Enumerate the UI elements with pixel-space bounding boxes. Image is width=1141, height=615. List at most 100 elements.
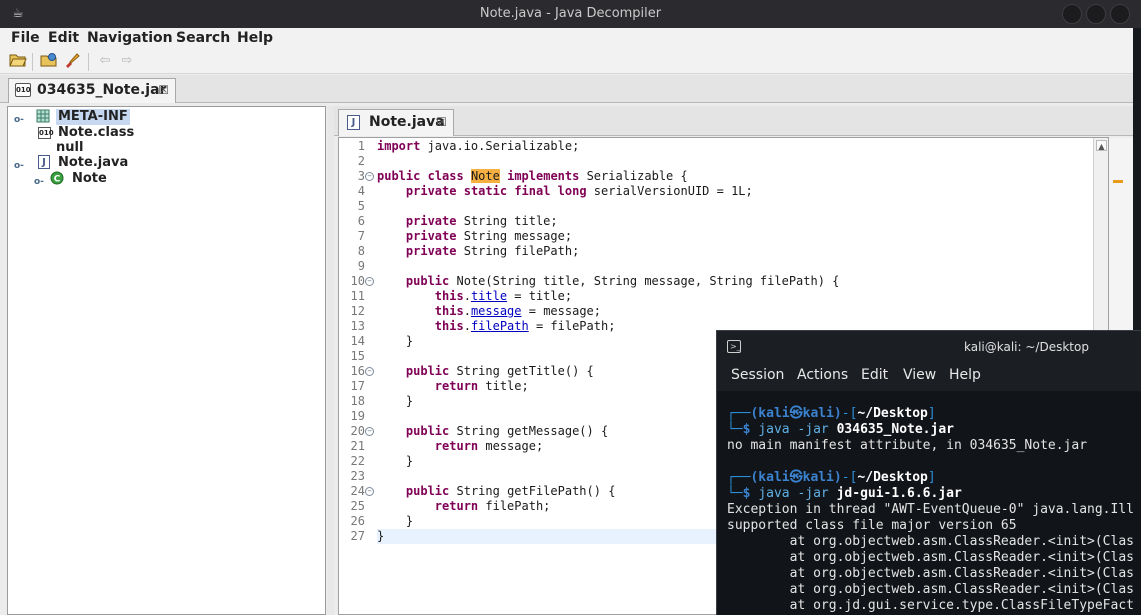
menu-help[interactable]: Help (237, 30, 273, 46)
line-number: 13 (350, 319, 365, 333)
fold-collapse-icon[interactable]: − (365, 487, 374, 496)
prompt-line: ┌──(kali㉿kali)-[~/Desktop] (727, 406, 936, 421)
maximize-button[interactable] (1086, 4, 1106, 24)
line-number: 21 (350, 439, 365, 453)
close-icon[interactable]: ☒ (436, 110, 447, 135)
tab-note-java[interactable]: J Note.java ☒ (338, 109, 454, 136)
terminal-menu-view[interactable]: View (903, 367, 936, 383)
terminal-menu-edit[interactable]: Edit (861, 367, 888, 383)
command-line: └─$ java -jar jd-gui-1.6.6.jar (727, 486, 962, 501)
window-titlebar[interactable]: ☕ Note.java - Java Decompiler (0, 0, 1141, 28)
tree-expand-icon[interactable]: o- (34, 174, 44, 190)
output-line: Exception in thread "AWT-EventQueue-0" j… (727, 502, 1134, 517)
output-line: supported class file major version 65 (727, 518, 1017, 533)
code-line[interactable] (377, 259, 1097, 274)
menu-navigation[interactable]: Navigation (87, 30, 173, 46)
line-number: 12 (350, 304, 365, 318)
terminal-title: kali@kali: ~/Desktop (964, 340, 1089, 354)
line-number: 17 (350, 379, 365, 393)
toolbar: ⇦ ⇨ (0, 50, 1133, 74)
fold-collapse-icon[interactable]: − (365, 277, 374, 286)
line-number: 14 (350, 334, 365, 348)
prompt-line: ┌──(kali㉿kali)-[~/Desktop] (727, 470, 936, 485)
code-line[interactable] (377, 154, 1097, 169)
terminal-menu-session[interactable]: Session (731, 367, 784, 383)
line-number: 5 (357, 199, 365, 213)
java-file-icon: J (38, 155, 50, 169)
toolbar-separator (32, 53, 33, 71)
line-number: 23 (350, 469, 365, 483)
toolbar-separator (88, 53, 89, 71)
line-number: 27 (350, 529, 365, 543)
window-title: Note.java - Java Decompiler (479, 6, 662, 21)
search-rocket-icon[interactable] (63, 52, 81, 70)
terminal-icon: >_ (727, 340, 741, 353)
open-folder-icon[interactable] (9, 52, 27, 70)
line-number: 3 (357, 169, 365, 183)
tree-expand-icon[interactable]: o- (14, 158, 24, 174)
line-number-gutter: 1 2 3 − 4 5 6 7 8 9 10 − 11 12 13 14 15 … (339, 138, 375, 614)
occurrence-marker[interactable] (1113, 180, 1123, 183)
line-number: 11 (350, 289, 365, 303)
code-line[interactable]: public Note(String title, String message… (377, 274, 1097, 289)
menu-bar: File Edit Navigation Search Help (0, 28, 1133, 50)
scroll-up-icon[interactable]: ▲ (1096, 140, 1107, 151)
output-line: no main manifest attribute, in 034635_No… (727, 438, 1088, 453)
code-line[interactable]: private String filePath; (377, 244, 1097, 259)
close-icon[interactable]: ☒ (158, 79, 169, 102)
stack-trace-line: at org.objectweb.asm.ClassReader.<init>(… (727, 550, 1134, 565)
svg-text:C: C (54, 175, 61, 185)
terminal-titlebar[interactable]: >_ kali@kali: ~/Desktop (717, 331, 1141, 363)
file-tab-label: 034635_Note.jar (37, 82, 167, 98)
stack-trace-line: at org.objectweb.asm.ClassReader.<init>(… (727, 566, 1134, 581)
stack-trace-line: at org.objectweb.asm.ClassReader.<init>(… (727, 534, 1134, 549)
terminal-menu-actions[interactable]: Actions (797, 367, 848, 383)
menu-search[interactable]: Search (176, 30, 230, 46)
code-line[interactable]: import java.io.Serializable; (377, 139, 1097, 154)
code-line[interactable]: this.title = title; (377, 289, 1097, 304)
code-line[interactable]: private String title; (377, 214, 1097, 229)
jar-file-icon: 010 (15, 83, 31, 97)
code-line[interactable]: private static final long serialVersionU… (377, 184, 1097, 199)
line-number: 16 (350, 364, 365, 378)
open-type-icon[interactable] (40, 52, 58, 70)
tab-034635-note-jar[interactable]: 010 034635_Note.jar ☒ (8, 78, 176, 103)
terminal-output[interactable]: ┌──(kali㉿kali)-[~/Desktop] └─$ java -jar… (717, 391, 1141, 615)
tree-expand-icon[interactable]: o- (14, 112, 24, 128)
back-arrow-icon[interactable]: ⇦ (96, 52, 114, 70)
line-number: 10 (350, 274, 365, 288)
fold-collapse-icon[interactable]: − (365, 427, 374, 436)
menu-file[interactable]: File (11, 30, 40, 46)
stack-trace-line: at org.jd.gui.service.type.ClassFileType… (727, 598, 1134, 613)
coffee-cup-icon: ☕ (12, 6, 24, 21)
line-number: 6 (357, 214, 365, 228)
line-number: 9 (357, 259, 365, 273)
fold-collapse-icon[interactable]: − (365, 172, 374, 181)
editor-tab-label: Note.java (369, 114, 445, 130)
menu-edit[interactable]: Edit (48, 30, 79, 46)
code-line[interactable] (377, 199, 1097, 214)
line-number: 4 (357, 184, 365, 198)
terminal-menu-help[interactable]: Help (949, 367, 981, 383)
editor-tab-strip: J Note.java ☒ (334, 106, 1133, 136)
split-pane-divider[interactable] (327, 106, 334, 615)
minimize-button[interactable] (1062, 4, 1082, 24)
code-line[interactable]: this.message = message; (377, 304, 1097, 319)
line-number: 25 (350, 499, 365, 513)
close-window-button[interactable] (1110, 4, 1130, 24)
command-line: └─$ java -jar 034635_Note.jar (727, 422, 954, 437)
line-number: 24 (350, 484, 365, 498)
class-c-icon: C (50, 171, 64, 185)
line-number: 2 (357, 154, 365, 168)
file-tab-strip: 010 034635_Note.jar ☒ (0, 75, 1133, 103)
code-line[interactable]: private String message; (377, 229, 1097, 244)
code-line[interactable]: public class Note implements Serializabl… (377, 169, 1097, 184)
java-file-icon: J (347, 115, 360, 130)
package-icon (36, 109, 50, 123)
forward-arrow-icon[interactable]: ⇨ (118, 52, 136, 70)
line-number: 22 (350, 454, 365, 468)
line-number: 20 (350, 424, 365, 438)
stack-trace-line: at org.objectweb.asm.ClassReader.<init>(… (727, 582, 1134, 597)
fold-collapse-icon[interactable]: − (365, 367, 374, 376)
terminal-window[interactable]: >_ kali@kali: ~/Desktop Session Actions … (716, 330, 1141, 615)
